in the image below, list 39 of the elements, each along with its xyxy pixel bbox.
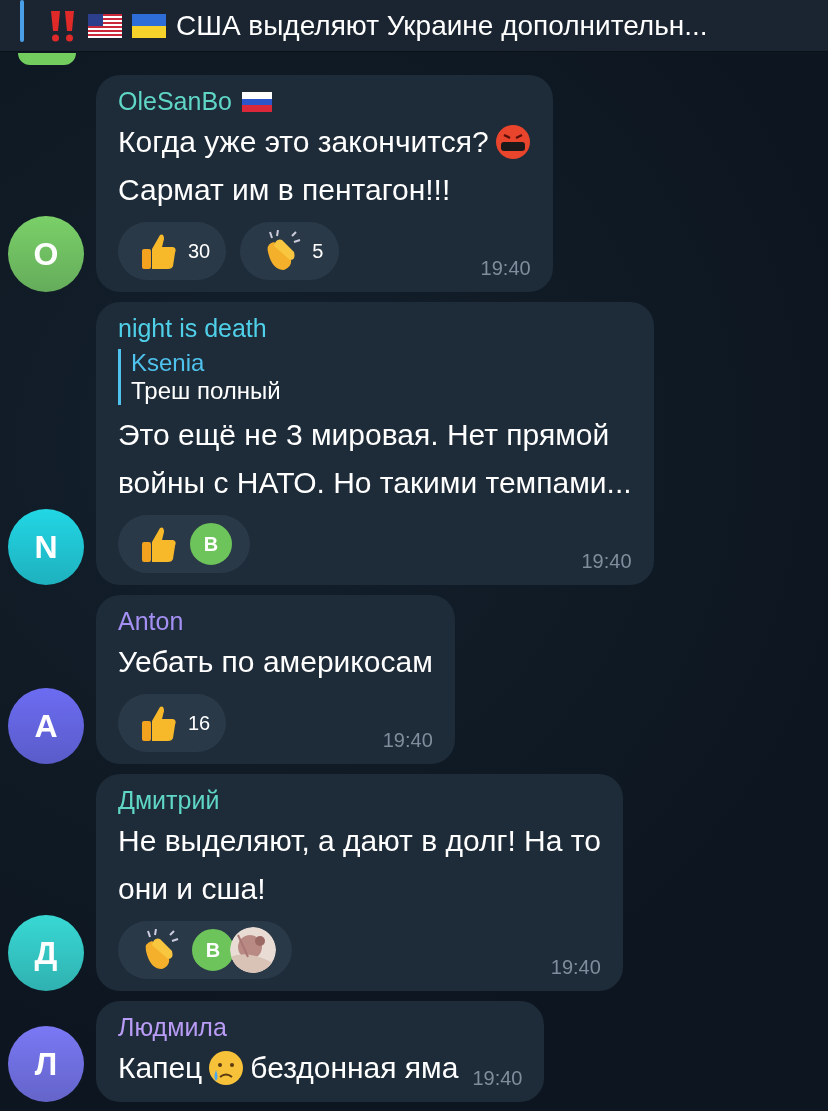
avatar[interactable]: A [8,688,84,764]
author-name[interactable]: Anton [118,607,184,636]
message-text: Уебать по америкосам [118,644,433,680]
crying-face-icon [208,1050,245,1086]
message-text: Не выделяют, а дают в долг! На то [118,823,601,859]
reaction-count: 30 [188,239,211,263]
author-name[interactable]: Дмитрий [118,786,220,815]
reaction-chip[interactable]: 16 [118,694,227,752]
message-time: 19:40 [479,257,531,280]
reaction-count: 16 [188,711,211,735]
message-text: они и сша! [118,871,266,907]
author-name[interactable]: Людмила [118,1013,227,1042]
avatar[interactable]: Л [8,1026,84,1102]
pinned-message-bar[interactable]: США выделяют Украине дополнительн... [0,0,828,52]
angry-face-icon [494,124,531,160]
flag-icon [88,13,122,38]
avatar[interactable] [18,53,76,65]
message-text: войны с НАТО. Но такими темпами... [118,465,632,501]
message-text: Когда уже это закончится? [118,124,489,160]
reply-author: Ksenia [131,349,206,377]
message-time: 19:40 [381,729,433,752]
flag-icon [241,91,272,112]
message-text: бездонная яма [250,1050,459,1086]
message-time: 19:40 [580,550,632,573]
pinned-message-text: США выделяют Украине дополнительн... [176,9,708,42]
message-text: Это ещё не 3 мировая. Нет прямой [118,417,610,453]
flag-icon [132,13,166,38]
reaction-count: 5 [312,239,324,263]
message-time: 19:40 [472,1067,523,1090]
reactor-avatar: В [188,521,234,567]
reaction-chip[interactable]: 30 [118,222,227,280]
reply-quote[interactable]: Ksenia Треш полный [118,349,632,405]
message-text: Сармат им в пентагон!!! [118,172,451,208]
reply-text: Треш полный [131,377,282,405]
author-name[interactable]: night is death [118,314,267,343]
message-text: Капец [118,1050,203,1086]
reaction-chip[interactable]: 5 [240,222,340,280]
author-name[interactable]: OleSanBo [118,87,232,116]
message-time: 19:40 [549,956,601,979]
